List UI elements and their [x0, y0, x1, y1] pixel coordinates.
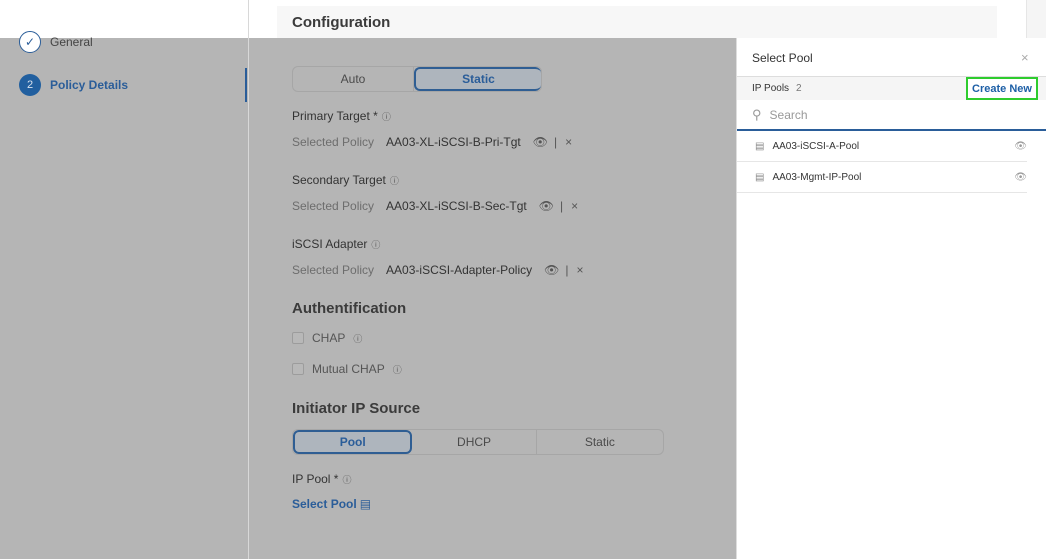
- primary-target-label: Primary Target *: [292, 109, 378, 123]
- ip-pools-label: IP Pools: [752, 83, 790, 94]
- mutual-chap-checkbox[interactable]: [292, 363, 304, 375]
- select-pool-link[interactable]: Select Pool ▤: [292, 497, 371, 511]
- list-item[interactable]: ▤ AA03-iSCSI-A-Pool 👁: [737, 131, 1027, 162]
- chap-label: CHAP: [312, 331, 346, 345]
- eye-icon[interactable]: 👁: [539, 199, 554, 213]
- close-icon[interactable]: ×: [565, 135, 572, 149]
- create-new-button[interactable]: Create New: [966, 77, 1038, 100]
- scrollbar[interactable]: [1026, 0, 1046, 38]
- iscsi-adapter-label: iSCSI Adapter: [292, 237, 368, 251]
- search-input[interactable]: ⚲ Search: [737, 100, 1046, 131]
- document-icon: ▤: [755, 171, 765, 183]
- select-pool-panel: Select Pool × IP Pools 2 Create New ⚲ Se…: [736, 38, 1046, 559]
- eye-icon[interactable]: 👁: [544, 263, 559, 277]
- list-item[interactable]: ▤ AA03-Mgmt-IP-Pool 👁: [737, 162, 1027, 193]
- initiator-heading: Initiator IP Source: [292, 400, 421, 417]
- auth-heading: Authentification: [292, 300, 407, 317]
- document-icon: ▤: [359, 497, 372, 511]
- chap-checkbox[interactable]: [292, 332, 304, 344]
- pool-name: AA03-iSCSI-A-Pool: [772, 140, 860, 152]
- panel-title: Select Pool: [752, 51, 813, 65]
- secondary-target-label: Secondary Target: [292, 173, 386, 187]
- selected-policy-label: Selected Policy: [292, 199, 375, 213]
- mutual-chap-label: Mutual CHAP: [312, 362, 385, 376]
- page-title: Configuration: [292, 14, 391, 31]
- eye-icon[interactable]: 👁: [1014, 141, 1027, 152]
- step-policy-details[interactable]: Policy Details: [50, 78, 128, 92]
- mode-toggle: Auto Static: [292, 66, 542, 92]
- pool-name: AA03-Mgmt-IP-Pool: [772, 171, 862, 183]
- document-icon: ▤: [755, 140, 765, 152]
- selected-policy-label: Selected Policy: [292, 135, 375, 149]
- sidebar-divider: [248, 0, 249, 559]
- close-icon[interactable]: ×: [571, 199, 578, 213]
- selected-policy-label: Selected Policy: [292, 263, 375, 277]
- toggle-pool[interactable]: Pool: [293, 430, 413, 454]
- select-pool-text[interactable]: Select Pool: [292, 497, 357, 511]
- initiator-toggle: Pool DHCP Static: [292, 429, 664, 455]
- info-icon[interactable]: ⓘ: [390, 174, 399, 187]
- search-icon: ⚲: [752, 106, 762, 122]
- info-icon[interactable]: ⓘ: [342, 473, 351, 486]
- info-icon[interactable]: ⓘ: [382, 110, 391, 123]
- check-icon: ✓: [19, 31, 41, 53]
- toggle-dhcp[interactable]: DHCP: [412, 430, 537, 454]
- primary-target-value: AA03-XL-iSCSI-B-Pri-Tgt: [386, 135, 521, 149]
- search-placeholder: Search: [769, 107, 808, 122]
- secondary-target-value: AA03-XL-iSCSI-B-Sec-Tgt: [386, 199, 527, 213]
- iscsi-adapter-value: AA03-iSCSI-Adapter-Policy: [386, 263, 533, 277]
- info-icon[interactable]: ⓘ: [353, 332, 362, 345]
- info-icon[interactable]: ⓘ: [371, 238, 380, 251]
- ip-pools-count: 2: [796, 83, 802, 94]
- eye-icon[interactable]: 👁: [533, 135, 548, 149]
- close-icon[interactable]: ×: [1021, 50, 1029, 65]
- active-step-indicator: [245, 68, 247, 102]
- ip-pool-label: IP Pool *: [292, 472, 339, 486]
- toggle-static[interactable]: Static: [414, 67, 541, 91]
- eye-icon[interactable]: 👁: [1014, 172, 1027, 183]
- toggle-auto[interactable]: Auto: [293, 67, 415, 91]
- toggle-static-ip[interactable]: Static: [537, 430, 663, 454]
- close-icon[interactable]: ×: [576, 263, 583, 277]
- step-number-badge: 2: [19, 74, 41, 96]
- step-general[interactable]: General: [50, 35, 93, 49]
- info-icon[interactable]: ⓘ: [393, 363, 402, 376]
